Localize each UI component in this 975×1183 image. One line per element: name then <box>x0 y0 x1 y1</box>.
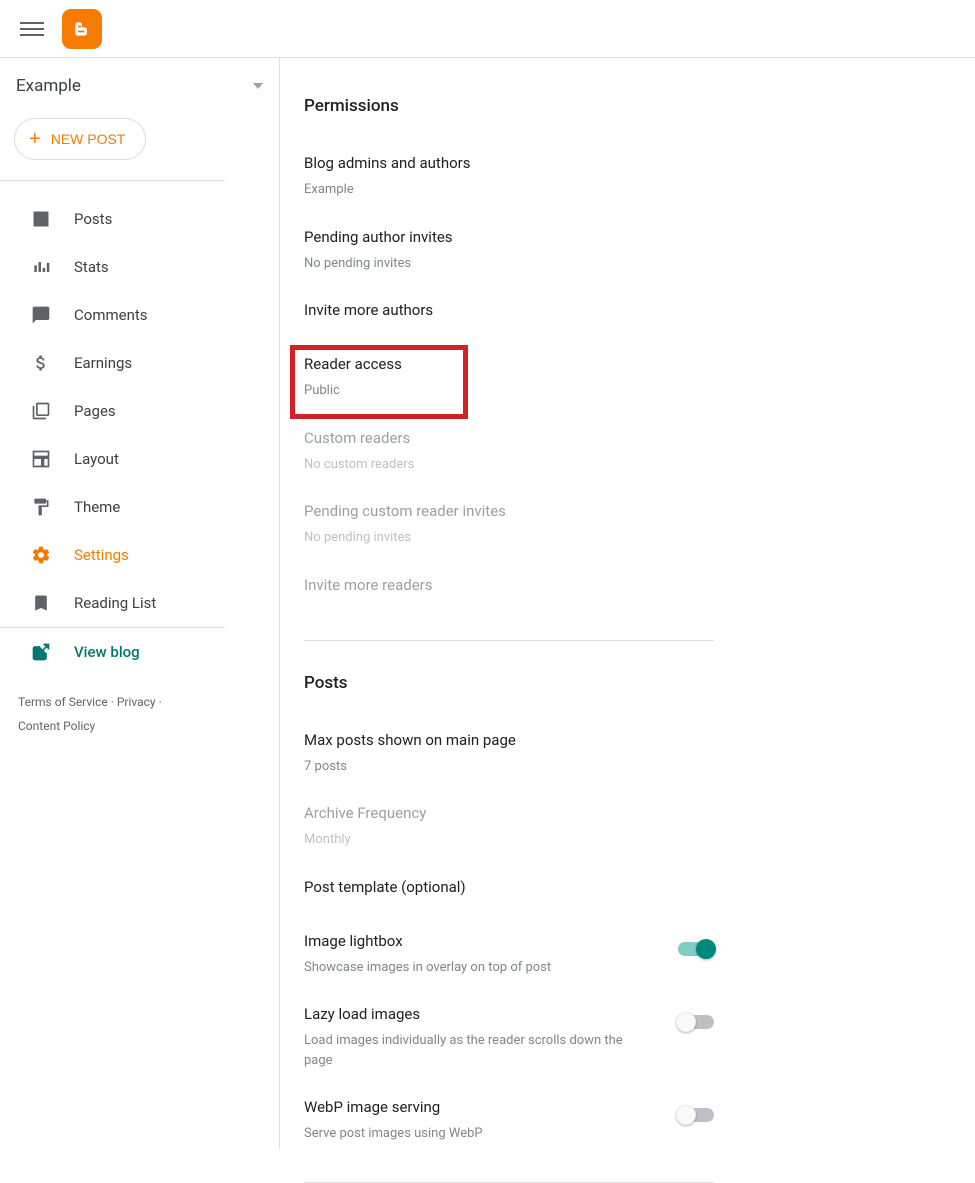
nav-view-blog[interactable]: View blog <box>0 628 225 676</box>
content-policy-link[interactable]: Content Policy <box>18 719 95 733</box>
nav-label: View blog <box>74 643 140 661</box>
row-label: Archive Frequency <box>304 804 714 822</box>
nav-settings[interactable]: Settings <box>0 531 225 579</box>
divider <box>304 1182 714 1183</box>
nav-label: Pages <box>74 402 116 420</box>
nav-label: Settings <box>74 546 129 564</box>
max-posts-row[interactable]: Max posts shown on main page 7 posts <box>304 721 714 795</box>
divider <box>0 180 225 181</box>
nav-label: Comments <box>74 306 148 324</box>
invite-more-authors-row[interactable]: Invite more authors <box>304 291 714 345</box>
row-desc: Serve post images using WebP <box>304 1124 654 1144</box>
nav-label: Posts <box>74 210 112 228</box>
posts-title: Posts <box>304 673 714 693</box>
row-label: Reader access <box>304 355 468 373</box>
row-label: Blog admins and authors <box>304 154 714 172</box>
privacy-link[interactable]: Privacy <box>117 695 156 709</box>
invite-more-readers-row: Invite more readers <box>304 566 714 620</box>
row-label: Pending author invites <box>304 228 714 246</box>
permissions-section: Permissions Blog admins and authors Exam… <box>304 96 714 641</box>
comments-icon <box>30 304 52 326</box>
new-post-label: NEW POST <box>51 131 126 147</box>
nav-label: Theme <box>74 498 120 516</box>
bookmark-icon <box>30 592 52 614</box>
row-label: Max posts shown on main page <box>304 731 714 749</box>
tos-link[interactable]: Terms of Service <box>18 695 108 709</box>
posts-section: Posts Max posts shown on main page 7 pos… <box>304 673 714 1183</box>
sidebar: Example + NEW POST Posts Stats Comments <box>0 58 280 1149</box>
divider <box>304 640 714 641</box>
pending-reader-invites-row: Pending custom reader invites No pending… <box>304 492 714 566</box>
lazy-load-row: Lazy load images Load images individuall… <box>304 995 714 1088</box>
row-value: No pending invites <box>304 528 654 548</box>
row-label: Lazy load images <box>304 1005 658 1023</box>
nav-stats[interactable]: Stats <box>0 243 225 291</box>
nav-layout[interactable]: Layout <box>0 435 225 483</box>
webp-row: WebP image serving Serve post images usi… <box>304 1088 714 1162</box>
settings-icon <box>30 544 52 566</box>
row-value: Public <box>304 381 468 401</box>
row-value: No pending invites <box>304 254 654 274</box>
row-desc: Load images individually as the reader s… <box>304 1031 654 1070</box>
nav-label: Stats <box>74 258 109 276</box>
pages-icon <box>30 400 52 422</box>
row-value: No custom readers <box>304 455 654 475</box>
nav-label: Earnings <box>74 354 132 372</box>
row-label: Image lightbox <box>304 932 658 950</box>
nav-pages[interactable]: Pages <box>0 387 225 435</box>
footer-links: Terms of Service · Privacy · Content Pol… <box>0 676 279 738</box>
post-template-row[interactable]: Post template (optional) <box>304 868 714 922</box>
posts-icon <box>30 208 52 230</box>
new-post-button[interactable]: + NEW POST <box>14 118 146 160</box>
row-label: Pending custom reader invites <box>304 502 714 520</box>
main-content: Permissions Blog admins and authors Exam… <box>280 58 975 1149</box>
plus-icon: + <box>29 129 41 149</box>
row-label: WebP image serving <box>304 1098 658 1116</box>
permissions-title: Permissions <box>304 96 714 116</box>
nav-comments[interactable]: Comments <box>0 291 225 339</box>
custom-readers-row: Custom readers No custom readers <box>304 419 714 493</box>
blogger-logo-icon[interactable] <box>62 9 102 49</box>
image-lightbox-toggle[interactable] <box>678 942 714 956</box>
row-label: Invite more readers <box>304 576 714 594</box>
blog-selector-name: Example <box>16 76 81 96</box>
lazy-load-toggle[interactable] <box>678 1015 714 1029</box>
layout-icon <box>30 448 52 470</box>
hamburger-menu-icon[interactable] <box>20 17 44 41</box>
blog-admins-row[interactable]: Blog admins and authors Example <box>304 144 714 218</box>
nav-label: Reading List <box>74 594 156 612</box>
nav-posts[interactable]: Posts <box>0 195 225 243</box>
row-value: 7 posts <box>304 757 654 777</box>
reader-access-row[interactable]: Reader access Public <box>290 345 468 419</box>
open-external-icon <box>30 641 52 663</box>
pending-author-invites-row[interactable]: Pending author invites No pending invite… <box>304 218 714 292</box>
archive-frequency-row: Archive Frequency Monthly <box>304 794 714 868</box>
row-value: Example <box>304 180 654 200</box>
nav-reading-list[interactable]: Reading List <box>0 579 225 627</box>
earnings-icon <box>30 352 52 374</box>
webp-toggle[interactable] <box>678 1108 714 1122</box>
theme-icon <box>30 496 52 518</box>
nav-theme[interactable]: Theme <box>0 483 225 531</box>
row-label: Invite more authors <box>304 301 714 319</box>
nav-earnings[interactable]: Earnings <box>0 339 225 387</box>
row-label: Post template (optional) <box>304 878 714 896</box>
blog-selector[interactable]: Example <box>0 76 279 114</box>
row-desc: Showcase images in overlay on top of pos… <box>304 958 654 978</box>
stats-icon <box>30 256 52 278</box>
nav-label: Layout <box>74 450 119 468</box>
chevron-down-icon <box>253 83 263 89</box>
row-label: Custom readers <box>304 429 714 447</box>
row-value: Monthly <box>304 830 654 850</box>
header-bar <box>0 0 975 58</box>
image-lightbox-row: Image lightbox Showcase images in overla… <box>304 922 714 996</box>
